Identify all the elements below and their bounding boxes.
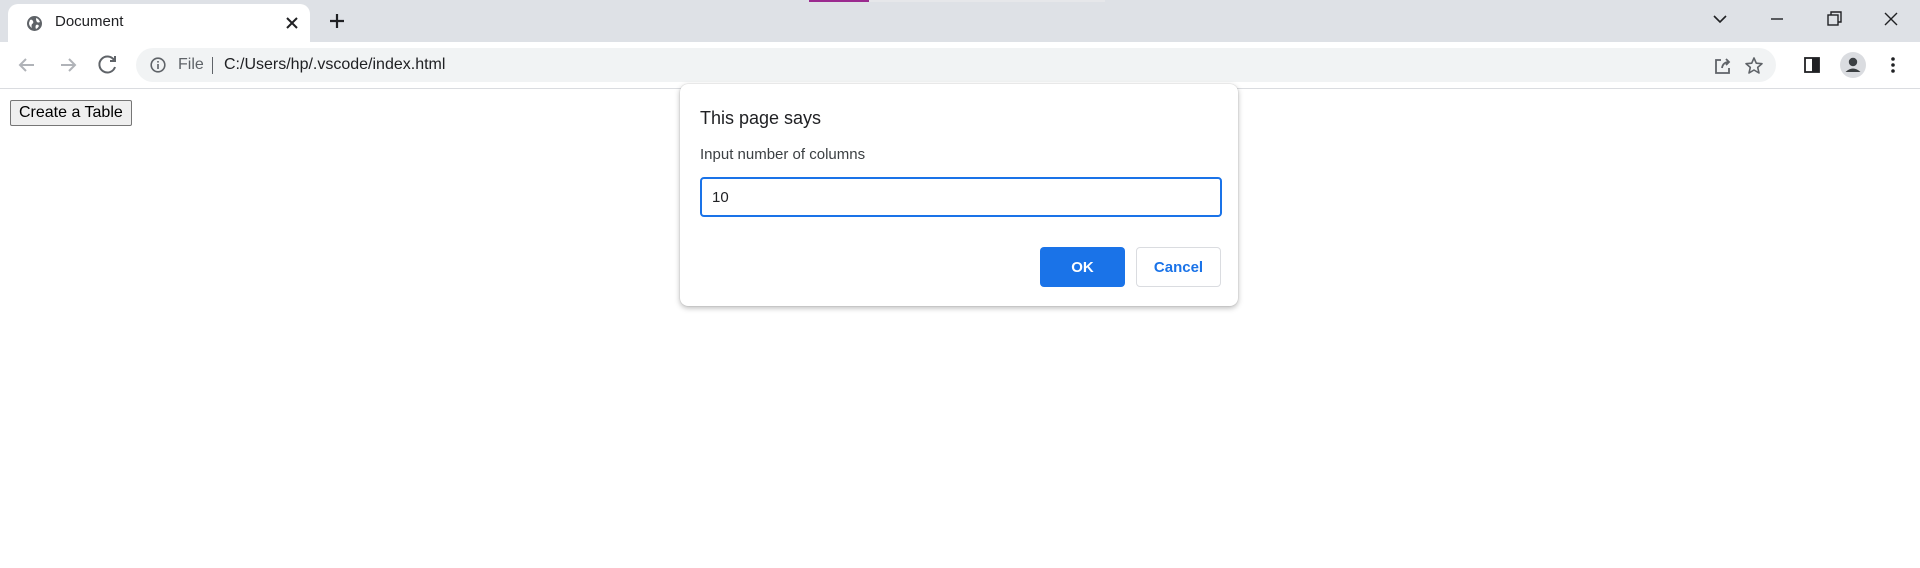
side-panel-icon[interactable] <box>1797 50 1827 80</box>
window-close-button[interactable] <box>1876 6 1906 32</box>
tab-title: Document <box>55 13 124 30</box>
share-icon[interactable] <box>1712 55 1734 77</box>
close-icon <box>1884 12 1898 26</box>
back-button[interactable] <box>12 50 42 80</box>
reload-icon <box>98 55 116 74</box>
tab-search-button[interactable] <box>1705 6 1735 32</box>
reload-button[interactable] <box>93 50 123 80</box>
tab-strip-accent <box>809 0 869 2</box>
back-arrow-icon <box>18 58 34 72</box>
address-bar[interactable]: File C:/Users/hp/.vscode/index.html <box>136 48 1776 82</box>
restore-button[interactable] <box>1819 6 1849 32</box>
minimize-button[interactable] <box>1762 6 1792 32</box>
scheme-label: File <box>178 56 204 73</box>
prompt-dialog: This page says Input number of columns O… <box>680 84 1238 306</box>
toolbar: File C:/Users/hp/.vscode/index.html <box>0 42 1920 89</box>
dialog-title: This page says <box>700 108 822 128</box>
new-tab-button[interactable] <box>325 9 349 33</box>
ok-button[interactable]: OK <box>1040 247 1125 287</box>
avatar-icon[interactable] <box>1838 50 1868 80</box>
create-table-button[interactable]: Create a Table <box>10 100 132 126</box>
active-tab[interactable]: Document <box>8 4 310 42</box>
forward-button[interactable] <box>53 50 83 80</box>
forward-arrow-icon <box>61 58 77 72</box>
cancel-button[interactable]: Cancel <box>1136 247 1221 287</box>
tab-strip: Document <box>0 0 1920 42</box>
star-icon[interactable] <box>1743 55 1765 77</box>
dialog-message: Input number of columns <box>700 146 866 163</box>
minimize-icon <box>1771 18 1783 20</box>
omnibox-divider <box>212 57 213 74</box>
kebab-menu-icon[interactable] <box>1878 50 1908 80</box>
info-icon[interactable] <box>150 57 166 73</box>
dialog-input[interactable] <box>700 177 1222 217</box>
plus-icon <box>330 14 344 28</box>
globe-icon <box>26 15 43 32</box>
chevron-down-icon <box>1713 15 1727 24</box>
url-text[interactable]: C:/Users/hp/.vscode/index.html <box>224 56 445 74</box>
close-icon[interactable] <box>282 13 302 33</box>
restore-icon <box>1827 11 1842 26</box>
tab-strip-accent-light <box>869 0 1105 2</box>
